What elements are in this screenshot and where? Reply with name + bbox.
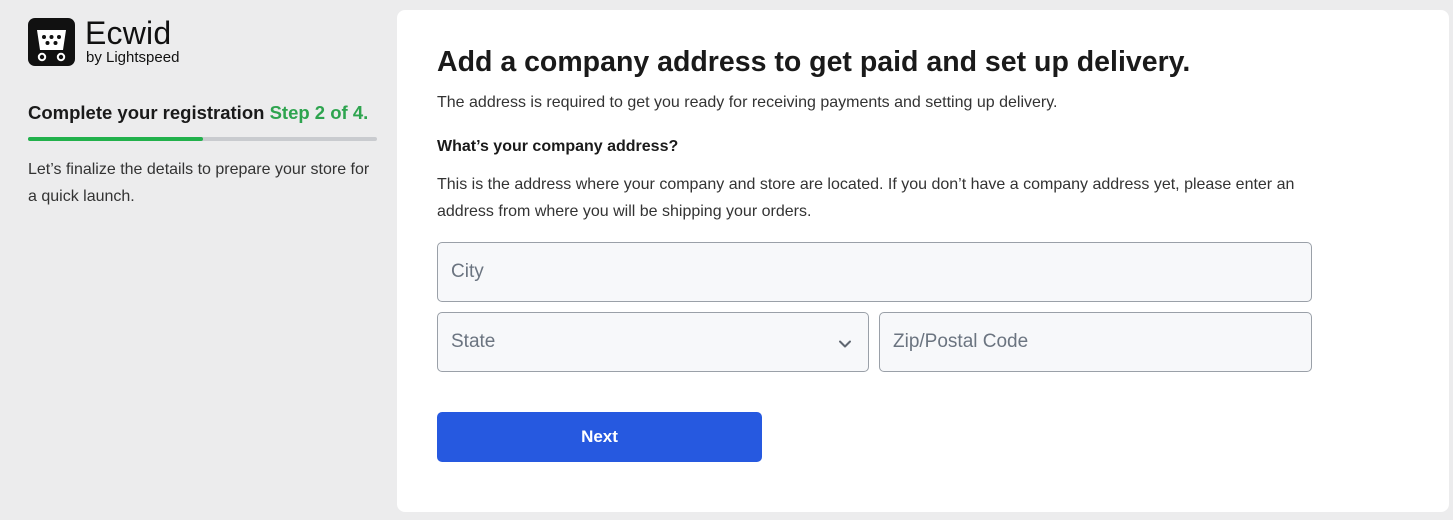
sidebar: Ecwid by Lightspeed Complete your regist… bbox=[28, 15, 378, 210]
registration-page: Ecwid by Lightspeed Complete your regist… bbox=[0, 0, 1453, 520]
progress-fill bbox=[28, 137, 203, 141]
city-input[interactable]: City bbox=[437, 242, 1312, 302]
progress-bar bbox=[28, 137, 377, 141]
registration-title-text: Complete your registration bbox=[28, 102, 265, 123]
next-button-label: Next bbox=[581, 427, 618, 446]
city-placeholder: City bbox=[451, 261, 484, 282]
brand-subtitle: by Lightspeed bbox=[86, 49, 180, 66]
sidebar-description: Let’s finalize the details to prepare yo… bbox=[28, 161, 370, 205]
state-placeholder: State bbox=[451, 331, 496, 352]
shopping-bag-icon bbox=[28, 18, 75, 66]
brand-name: Ecwid bbox=[85, 15, 172, 51]
chevron-down-icon bbox=[838, 335, 852, 357]
registration-title: Complete your registration Step 2 of 4. bbox=[28, 102, 378, 124]
address-question-title: What’s your company address? bbox=[437, 138, 679, 155]
zip-placeholder: Zip/Postal Code bbox=[893, 331, 1029, 352]
page-subtitle: The address is required to get you ready… bbox=[437, 94, 1058, 111]
address-question-description: This is the address where your company a… bbox=[437, 176, 1295, 220]
brand-logo: Ecwid by Lightspeed bbox=[28, 15, 378, 66]
state-select[interactable]: State bbox=[437, 312, 869, 372]
address-card: Add a company address to get paid and se… bbox=[397, 10, 1449, 512]
registration-step: Step 2 of 4. bbox=[269, 102, 369, 123]
zip-input[interactable]: Zip/Postal Code bbox=[879, 312, 1312, 372]
page-title: Add a company address to get paid and se… bbox=[437, 46, 1191, 78]
next-button[interactable]: Next bbox=[437, 412, 762, 462]
